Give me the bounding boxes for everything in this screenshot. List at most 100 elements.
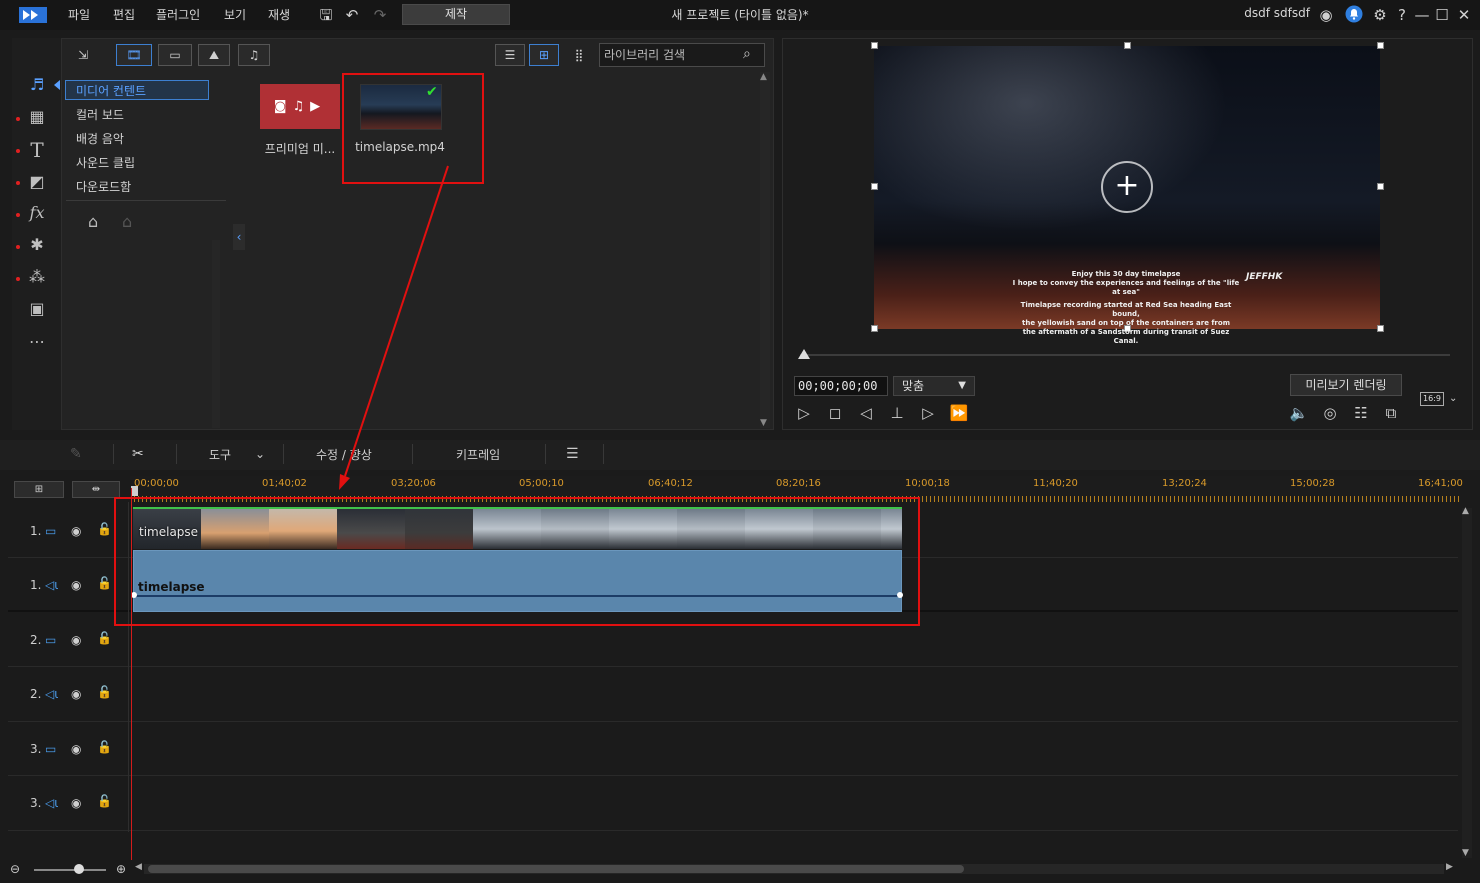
menu-plugins[interactable]: 플러그인 (156, 6, 200, 23)
lock-icon[interactable]: 🔓 (97, 740, 112, 754)
effect-room-icon[interactable]: fx (26, 202, 48, 224)
resize-handle[interactable] (871, 325, 878, 332)
track-row[interactable] (8, 776, 1458, 831)
filter-image-icon[interactable]: ⛰ (198, 44, 230, 66)
notification-icon[interactable] (1344, 5, 1364, 25)
transition-room-icon[interactable]: ▦ (26, 106, 48, 128)
undock-icon[interactable]: ⧉ (1380, 402, 1402, 424)
collapse-tree-icon[interactable]: ‹ (233, 224, 245, 250)
resize-handle[interactable] (1124, 42, 1131, 49)
grid-view-icon[interactable]: ⊞ (529, 44, 559, 66)
subtitle-room-icon[interactable]: ▣ (26, 298, 48, 320)
snapshot-icon[interactable]: ◎ (1319, 402, 1341, 424)
split-scissors-icon[interactable]: ✂ (132, 446, 144, 462)
render-preview-button[interactable]: 미리보기 렌더링 (1290, 374, 1402, 396)
tree-item-downloads[interactable]: 다운로드함 (76, 178, 131, 195)
menu-playback[interactable]: 재생 (268, 6, 290, 23)
aspect-ratio-button[interactable]: 16:9 (1420, 392, 1444, 406)
scroll-right-icon[interactable]: ▶ (1446, 862, 1453, 872)
transition-effect-icon[interactable]: ◩ (26, 171, 48, 193)
lock-icon[interactable]: 🔓 (97, 576, 112, 590)
clip-list-icon[interactable]: ☰ (566, 446, 579, 462)
seek-thumb[interactable] (798, 349, 810, 359)
premium-media-label[interactable]: 프리미엄 미... (254, 140, 346, 157)
zoom-in-icon[interactable]: ⊕ (116, 862, 126, 876)
eye-icon[interactable]: ◉ (71, 633, 81, 647)
tree-item-media-content[interactable]: 미디어 컨텐트 (76, 82, 146, 99)
produce-button[interactable]: 제작 (402, 4, 510, 25)
close-icon[interactable]: ✕ (1456, 5, 1472, 25)
eye-icon[interactable]: ◉ (71, 578, 81, 592)
fit-timeline-icon[interactable]: ⇹ (72, 481, 120, 498)
volume-icon[interactable]: 🔈 (1288, 402, 1310, 424)
track-row[interactable] (8, 667, 1458, 722)
chevron-down-icon[interactable]: ⌄ (1449, 393, 1457, 404)
redo-icon[interactable]: ↷ (370, 5, 390, 25)
add-tag-icon[interactable]: ⌂ (88, 212, 98, 231)
maximize-icon[interactable]: ☐ (1434, 5, 1450, 25)
remove-tag-icon[interactable]: ⌂ (122, 212, 132, 231)
chevron-down-icon[interactable]: ⌄ (255, 447, 265, 461)
sort-icon[interactable]: ⣿ (566, 44, 592, 66)
library-search-input[interactable]: 라이브러리 검색 (599, 43, 765, 67)
particle-room-icon[interactable]: ⁂ (26, 266, 48, 288)
resize-handle[interactable] (871, 183, 878, 190)
scroll-up-icon[interactable]: ▲ (1462, 506, 1469, 516)
help-icon[interactable]: ? (1394, 5, 1410, 25)
account-icon[interactable]: ◉ (1316, 5, 1336, 25)
pen-icon[interactable]: ✎ (70, 446, 82, 462)
move-rotate-icon[interactable]: + (1101, 161, 1153, 213)
preview-seekbar[interactable] (800, 354, 1450, 356)
eye-icon[interactable]: ◉ (71, 687, 81, 701)
split-icon[interactable]: ⊥ (886, 402, 908, 424)
keyframe-button[interactable]: 키프레임 (456, 446, 500, 463)
lock-icon[interactable]: 🔓 (97, 685, 112, 699)
play-icon[interactable]: ▷ (793, 402, 815, 424)
pip-room-icon[interactable]: ✱ (26, 234, 48, 256)
tools-menu[interactable]: 도구 (209, 446, 231, 463)
previous-frame-icon[interactable]: ◁ (855, 402, 877, 424)
scroll-up-icon[interactable]: ▲ (760, 72, 767, 82)
scroll-down-icon[interactable]: ▼ (1462, 848, 1469, 858)
menu-file[interactable]: 파일 (68, 6, 90, 23)
list-view-icon[interactable]: ☰ (495, 44, 525, 66)
save-icon[interactable]: 🖫 (316, 5, 336, 25)
library-scrollbar[interactable] (760, 72, 770, 428)
stop-icon[interactable]: ◻ (824, 402, 846, 424)
premium-media-icon[interactable]: ◙♫▶ (260, 84, 340, 129)
eye-icon[interactable]: ◉ (71, 742, 81, 756)
menu-edit[interactable]: 편집 (113, 6, 135, 23)
playhead-handle[interactable] (131, 486, 138, 496)
timeline-vertical-scrollbar[interactable] (1462, 508, 1472, 858)
zoom-slider[interactable] (34, 869, 106, 871)
storyboard-toggle-icon[interactable]: ⊞ (14, 481, 64, 498)
next-frame-icon[interactable]: ▷ (917, 402, 939, 424)
menu-view[interactable]: 보기 (224, 6, 246, 23)
resize-handle[interactable] (871, 42, 878, 49)
track-row[interactable] (8, 722, 1458, 776)
tree-item-sound-clips[interactable]: 사운드 클립 (76, 154, 135, 171)
tree-scrollbar[interactable] (212, 240, 220, 428)
search-icon[interactable]: ⌕ (743, 46, 751, 62)
zoom-out-icon[interactable]: ⊖ (10, 862, 20, 876)
more-icon[interactable]: ⋯ (26, 331, 48, 353)
media-room-icon[interactable]: ♬ (26, 74, 48, 96)
username[interactable]: dsdf sdfsdf (1218, 6, 1310, 20)
scroll-left-icon[interactable]: ◀ (135, 862, 142, 872)
lock-icon[interactable]: 🔓 (97, 631, 112, 645)
horizontal-scrollbar-thumb[interactable] (148, 865, 964, 873)
fast-forward-icon[interactable]: ⏩ (948, 402, 970, 424)
settings-icon[interactable]: ⚙ (1370, 5, 1390, 25)
filter-media-icon[interactable]: 🎞 (116, 44, 152, 66)
lock-icon[interactable]: 🔓 (97, 522, 112, 536)
import-media-icon[interactable]: ⇲ (70, 44, 96, 66)
eye-icon[interactable]: ◉ (71, 796, 81, 810)
zoom-slider-knob[interactable] (74, 864, 84, 874)
undo-icon[interactable]: ↶ (342, 5, 362, 25)
app-logo-icon[interactable] (18, 6, 48, 24)
resize-handle[interactable] (1377, 325, 1384, 332)
timecode-field[interactable]: 00;00;00;00 (794, 376, 888, 396)
minimize-icon[interactable]: — (1414, 5, 1430, 25)
filter-audio-icon[interactable]: ♫ (238, 44, 270, 66)
lock-icon[interactable]: 🔓 (97, 794, 112, 808)
